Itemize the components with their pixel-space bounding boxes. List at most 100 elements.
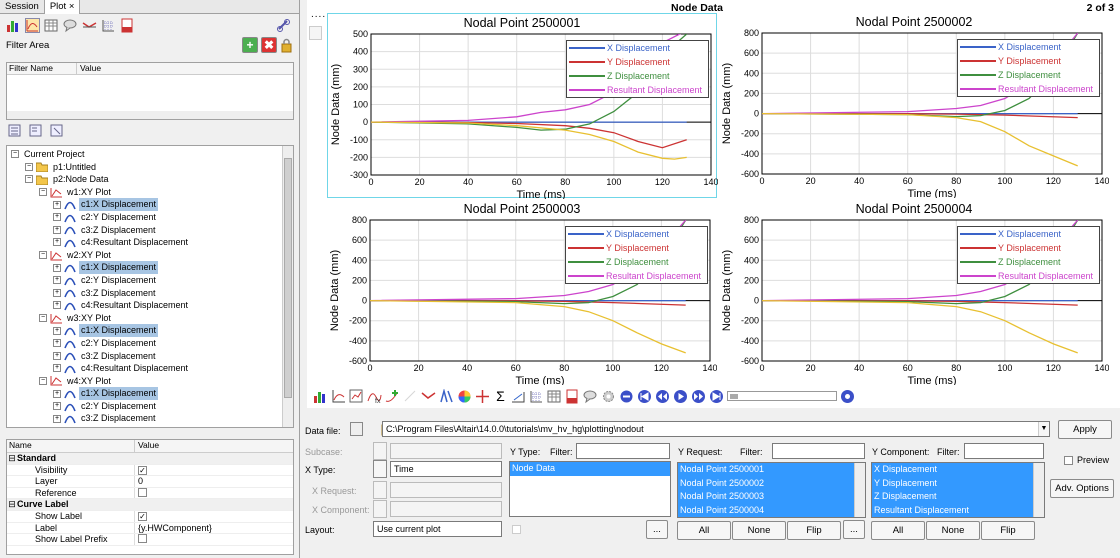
axis-icon[interactable] [331, 389, 346, 404]
tree-item-root[interactable]: − Current Project [7, 148, 293, 161]
build-plots-icon[interactable] [349, 389, 364, 404]
tree-item-plot[interactable]: − w2:XY Plot [7, 249, 293, 262]
expand-toggle-icon[interactable]: + [53, 427, 61, 428]
previous-frame-icon[interactable] [655, 389, 670, 404]
plot-panel[interactable]: Nodal Point 2500004 0 20 40 60 80 100 120 140 -60… [719, 200, 1109, 385]
tree-scroll-thumb[interactable] [284, 158, 292, 398]
plot-page-icon[interactable] [309, 26, 322, 40]
expand-toggle-icon[interactable]: − [39, 376, 47, 385]
property-row[interactable]: Layer 0 [7, 476, 293, 488]
yrequest-more-button[interactable]: ... [843, 520, 865, 539]
property-checkbox[interactable] [135, 534, 147, 545]
animation-slider[interactable] [727, 391, 837, 401]
tab-session[interactable]: Session [0, 0, 45, 14]
first-frame-icon[interactable] [637, 389, 652, 404]
xtype-spinner[interactable] [373, 460, 387, 478]
crosshair-icon[interactable] [475, 389, 490, 404]
table-icon[interactable] [44, 18, 59, 33]
tree-item-curve[interactable]: + c4:Resultant Displacement [7, 362, 293, 375]
tree-item-curve[interactable]: + c3:Z Displacement [7, 350, 293, 363]
layout-select[interactable]: Use current plot [373, 521, 502, 537]
yrequest-list[interactable]: Nodal Point 2500001 Nodal Point 2500002 No… [677, 462, 866, 518]
chart-type-icon[interactable] [313, 389, 328, 404]
tree-scrollbar[interactable] [282, 146, 293, 427]
property-row[interactable]: Show Label Prefix [7, 534, 293, 546]
expand-toggle-icon[interactable]: + [53, 301, 61, 310]
ycomponent-none-button[interactable]: None [926, 521, 980, 540]
property-value[interactable]: {y.HWComponent} [135, 523, 212, 534]
plot-panel[interactable]: Nodal Point 2500002 0 20 40 60 80 100 120 140 -60… [719, 13, 1109, 198]
checkbox[interactable]: ✓ [138, 465, 147, 475]
yrequest-flip-button[interactable]: Flip [787, 521, 841, 540]
apply-button[interactable]: Apply [1058, 420, 1112, 439]
math-icon[interactable] [439, 387, 454, 404]
property-row[interactable]: Reference [7, 487, 293, 500]
expand-toggle-icon[interactable]: + [53, 238, 61, 247]
expand-toggle-icon[interactable]: − [39, 314, 47, 323]
define-curve-icon[interactable]: fx [367, 389, 382, 405]
play-icon[interactable] [673, 389, 688, 404]
expand-toggle-icon[interactable]: + [53, 225, 61, 234]
trim-icon[interactable] [403, 389, 418, 404]
select-tree-icon[interactable] [50, 124, 65, 139]
tree-item-curve[interactable]: + c1:X Displacement [7, 261, 293, 274]
expand-toggle-icon[interactable]: + [53, 389, 61, 398]
tree-item-curve[interactable]: + c4:Resultant Displacement [7, 299, 293, 312]
checkbox[interactable] [138, 487, 147, 497]
animation-mode-icon[interactable] [619, 389, 634, 404]
tab-plot[interactable]: Plot × [44, 0, 81, 14]
annotation-icon[interactable] [583, 389, 598, 404]
expand-toggle-icon[interactable]: + [53, 414, 61, 423]
tree-item-curve[interactable]: + c2:Y Displacement [7, 400, 293, 413]
next-frame-icon[interactable] [691, 389, 706, 404]
plot-legend[interactable]: X Displacement Y Displacement Z Displaceme… [566, 40, 709, 98]
ycomponent-list[interactable]: X Displacement Y Displacement Z Displaceme… [871, 462, 1045, 518]
xtype-select[interactable]: Time [390, 461, 502, 477]
tree-item-plot[interactable]: − w4:XY Plot [7, 375, 293, 388]
ytype-filter-input[interactable] [576, 443, 670, 459]
expand-toggle-icon[interactable]: + [53, 402, 61, 411]
page-icon[interactable] [120, 18, 135, 33]
yrequest-scrollbar[interactable] [854, 463, 865, 517]
expand-toggle-icon[interactable]: − [39, 188, 47, 197]
yrequest-filter-input[interactable] [772, 443, 865, 459]
expand-toggle-icon[interactable]: + [53, 200, 61, 209]
expand-toggle-icon[interactable]: + [53, 326, 61, 335]
yrequest-none-button[interactable]: None [732, 521, 786, 540]
expand-toggle-icon[interactable]: + [53, 351, 61, 360]
tree-item-curve[interactable]: + c4:Resultant Displacement [7, 236, 293, 249]
ycomponent-filter-input[interactable] [964, 443, 1044, 459]
measure-icon[interactable] [511, 389, 526, 404]
filter-grid-scrollbar[interactable] [7, 111, 293, 119]
ycomponent-scrollbar[interactable] [1033, 463, 1044, 517]
property-row[interactable]: Show Label ✓ [7, 510, 293, 523]
plot-legend[interactable]: X Displacement Y Displacement Z Displaceme… [957, 226, 1100, 284]
yrequest-all-button[interactable]: All [677, 521, 731, 540]
tree-item-curve[interactable]: + c3:Z Displacement [7, 224, 293, 237]
ycomponent-item[interactable]: Y Displacement [872, 476, 1044, 490]
last-frame-icon[interactable] [709, 389, 724, 404]
data-file-input[interactable]: C:\Program Files\Altair\14.0.0\tutorials… [382, 421, 1050, 437]
datum-line-icon[interactable] [421, 389, 436, 404]
plot-legend[interactable]: X Displacement Y Displacement Z Displaceme… [565, 226, 708, 284]
expand-toggle-icon[interactable]: − [25, 162, 33, 171]
add-curve-icon[interactable] [385, 389, 400, 404]
grid-icon[interactable] [101, 18, 116, 33]
link-icon[interactable] [276, 18, 291, 33]
section-collapse-icon[interactable]: ⊟ [7, 453, 17, 464]
plot-panel[interactable]: Nodal Point 2500003 0 20 40 60 80 100 120 140 -60… [327, 200, 717, 385]
property-section[interactable]: ⊟ Standard [7, 453, 293, 465]
report-icon[interactable] [565, 389, 580, 404]
ycomponent-all-button[interactable]: All [871, 521, 925, 540]
tree-item-curve[interactable]: + c4:Resultant Displacement [7, 425, 293, 428]
checkbox[interactable] [138, 534, 147, 544]
property-row[interactable]: Label {y.HWComponent} [7, 522, 293, 535]
yrequest-item[interactable]: Nodal Point 2500001 [678, 463, 865, 477]
table-view-icon[interactable] [547, 389, 562, 404]
ytype-list[interactable]: Node Data [509, 461, 671, 517]
tree-item-folder[interactable]: − p1:Untitled [7, 161, 293, 174]
tree-item-curve[interactable]: + c1:X Displacement [7, 387, 293, 400]
layout-more-button[interactable]: ... [646, 520, 668, 539]
settings-gear-icon[interactable] [601, 389, 616, 404]
expand-all-icon[interactable] [8, 124, 23, 139]
